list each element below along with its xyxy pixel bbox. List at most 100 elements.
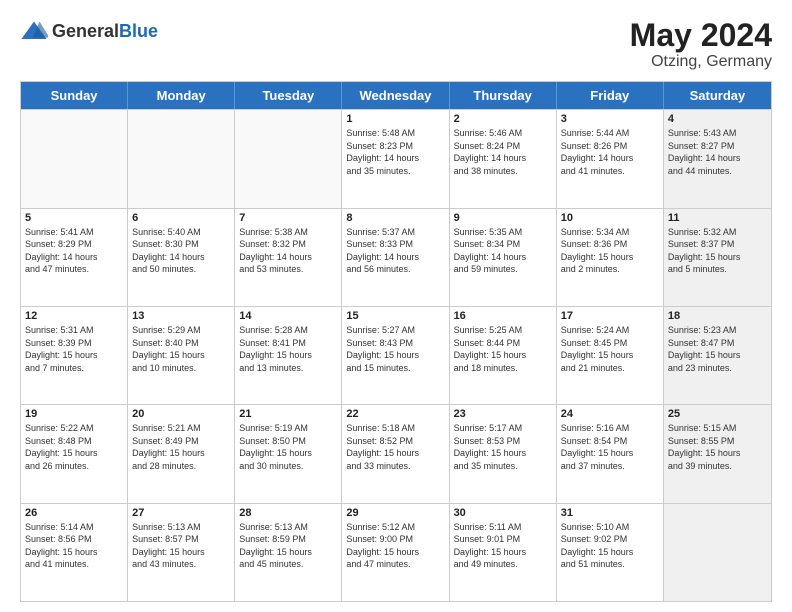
cell-line: and 13 minutes. [239, 362, 337, 375]
day-number: 2 [454, 113, 552, 125]
calendar-cell [235, 110, 342, 207]
calendar-cell: 29Sunrise: 5:12 AMSunset: 9:00 PMDayligh… [342, 504, 449, 601]
day-number: 21 [239, 408, 337, 420]
cell-line: and 37 minutes. [561, 460, 659, 473]
cell-line: and 23 minutes. [668, 362, 767, 375]
cell-line: Sunset: 8:37 PM [668, 238, 767, 251]
cell-line: and 38 minutes. [454, 165, 552, 178]
cell-line: and 35 minutes. [346, 165, 444, 178]
cell-line: Sunrise: 5:25 AM [454, 324, 552, 337]
cell-line: Daylight: 15 hours [668, 349, 767, 362]
cell-line: Sunset: 8:43 PM [346, 337, 444, 350]
cell-line: Sunset: 8:54 PM [561, 435, 659, 448]
day-number: 3 [561, 113, 659, 125]
cell-line: Sunset: 8:30 PM [132, 238, 230, 251]
cell-line: Sunset: 8:36 PM [561, 238, 659, 251]
day-number: 4 [668, 113, 767, 125]
cell-line: Daylight: 15 hours [239, 447, 337, 460]
cell-line: Sunset: 8:32 PM [239, 238, 337, 251]
calendar-day-header: Wednesday [342, 82, 449, 109]
cell-line: Sunset: 8:53 PM [454, 435, 552, 448]
calendar-cell: 21Sunrise: 5:19 AMSunset: 8:50 PMDayligh… [235, 405, 342, 502]
day-number: 5 [25, 212, 123, 224]
day-number: 16 [454, 310, 552, 322]
calendar-cell: 30Sunrise: 5:11 AMSunset: 9:01 PMDayligh… [450, 504, 557, 601]
cell-line: and 47 minutes. [25, 263, 123, 276]
cell-line: Sunset: 8:24 PM [454, 140, 552, 153]
cell-line: Sunrise: 5:34 AM [561, 226, 659, 239]
calendar-cell: 5Sunrise: 5:41 AMSunset: 8:29 PMDaylight… [21, 209, 128, 306]
calendar-cell: 9Sunrise: 5:35 AMSunset: 8:34 PMDaylight… [450, 209, 557, 306]
cell-line: Sunset: 8:45 PM [561, 337, 659, 350]
calendar-cell: 4Sunrise: 5:43 AMSunset: 8:27 PMDaylight… [664, 110, 771, 207]
calendar-day-header: Monday [128, 82, 235, 109]
calendar-cell: 25Sunrise: 5:15 AMSunset: 8:55 PMDayligh… [664, 405, 771, 502]
cell-line: Sunrise: 5:22 AM [25, 422, 123, 435]
cell-line: and 30 minutes. [239, 460, 337, 473]
cell-line: Sunrise: 5:19 AM [239, 422, 337, 435]
calendar-cell: 24Sunrise: 5:16 AMSunset: 8:54 PMDayligh… [557, 405, 664, 502]
day-number: 25 [668, 408, 767, 420]
calendar-cell: 28Sunrise: 5:13 AMSunset: 8:59 PMDayligh… [235, 504, 342, 601]
cell-line: Sunset: 8:47 PM [668, 337, 767, 350]
logo-text: GeneralBlue [52, 22, 158, 42]
calendar-cell: 2Sunrise: 5:46 AMSunset: 8:24 PMDaylight… [450, 110, 557, 207]
calendar-day-header: Saturday [664, 82, 771, 109]
cell-line: Daylight: 14 hours [454, 251, 552, 264]
logo-blue: Blue [119, 21, 158, 41]
calendar-cell: 26Sunrise: 5:14 AMSunset: 8:56 PMDayligh… [21, 504, 128, 601]
cell-line: Daylight: 14 hours [132, 251, 230, 264]
month-year: May 2024 [630, 18, 772, 53]
cell-line: Sunset: 8:26 PM [561, 140, 659, 153]
day-number: 19 [25, 408, 123, 420]
cell-line: Sunrise: 5:13 AM [132, 521, 230, 534]
cell-line: Sunrise: 5:23 AM [668, 324, 767, 337]
day-number: 11 [668, 212, 767, 224]
calendar-row: 19Sunrise: 5:22 AMSunset: 8:48 PMDayligh… [21, 404, 771, 502]
header: GeneralBlue May 2024 Otzing, Germany [20, 18, 772, 71]
cell-line: Sunrise: 5:40 AM [132, 226, 230, 239]
cell-line: and 49 minutes. [454, 558, 552, 571]
cell-line: and 51 minutes. [561, 558, 659, 571]
cell-line: Sunrise: 5:43 AM [668, 127, 767, 140]
cell-line: Sunrise: 5:35 AM [454, 226, 552, 239]
day-number: 15 [346, 310, 444, 322]
cell-line: and 39 minutes. [668, 460, 767, 473]
calendar: SundayMondayTuesdayWednesdayThursdayFrid… [20, 81, 772, 602]
calendar-cell: 13Sunrise: 5:29 AMSunset: 8:40 PMDayligh… [128, 307, 235, 404]
calendar-cell: 10Sunrise: 5:34 AMSunset: 8:36 PMDayligh… [557, 209, 664, 306]
cell-line: and 26 minutes. [25, 460, 123, 473]
cell-line: Sunset: 9:00 PM [346, 533, 444, 546]
cell-line: and 59 minutes. [454, 263, 552, 276]
day-number: 24 [561, 408, 659, 420]
cell-line: Sunrise: 5:29 AM [132, 324, 230, 337]
cell-line: Sunset: 8:40 PM [132, 337, 230, 350]
calendar-cell: 6Sunrise: 5:40 AMSunset: 8:30 PMDaylight… [128, 209, 235, 306]
cell-line: Daylight: 14 hours [668, 152, 767, 165]
cell-line: Daylight: 15 hours [132, 546, 230, 559]
cell-line: Sunrise: 5:28 AM [239, 324, 337, 337]
cell-line: Sunset: 8:44 PM [454, 337, 552, 350]
calendar-cell: 14Sunrise: 5:28 AMSunset: 8:41 PMDayligh… [235, 307, 342, 404]
cell-line: Sunset: 8:41 PM [239, 337, 337, 350]
calendar-cell: 17Sunrise: 5:24 AMSunset: 8:45 PMDayligh… [557, 307, 664, 404]
cell-line: Sunset: 8:48 PM [25, 435, 123, 448]
cell-line: Daylight: 15 hours [132, 447, 230, 460]
cell-line: Sunset: 8:55 PM [668, 435, 767, 448]
cell-line: Sunrise: 5:12 AM [346, 521, 444, 534]
calendar-cell: 22Sunrise: 5:18 AMSunset: 8:52 PMDayligh… [342, 405, 449, 502]
calendar-body: 1Sunrise: 5:48 AMSunset: 8:23 PMDaylight… [21, 109, 771, 601]
cell-line: and 10 minutes. [132, 362, 230, 375]
cell-line: Sunrise: 5:32 AM [668, 226, 767, 239]
page: GeneralBlue May 2024 Otzing, Germany Sun… [0, 0, 792, 612]
cell-line: and 33 minutes. [346, 460, 444, 473]
day-number: 26 [25, 507, 123, 519]
cell-line: Sunrise: 5:37 AM [346, 226, 444, 239]
cell-line: Daylight: 15 hours [454, 546, 552, 559]
day-number: 30 [454, 507, 552, 519]
cell-line: and 56 minutes. [346, 263, 444, 276]
cell-line: Sunrise: 5:46 AM [454, 127, 552, 140]
cell-line: Daylight: 15 hours [25, 447, 123, 460]
day-number: 9 [454, 212, 552, 224]
cell-line: Daylight: 14 hours [346, 152, 444, 165]
